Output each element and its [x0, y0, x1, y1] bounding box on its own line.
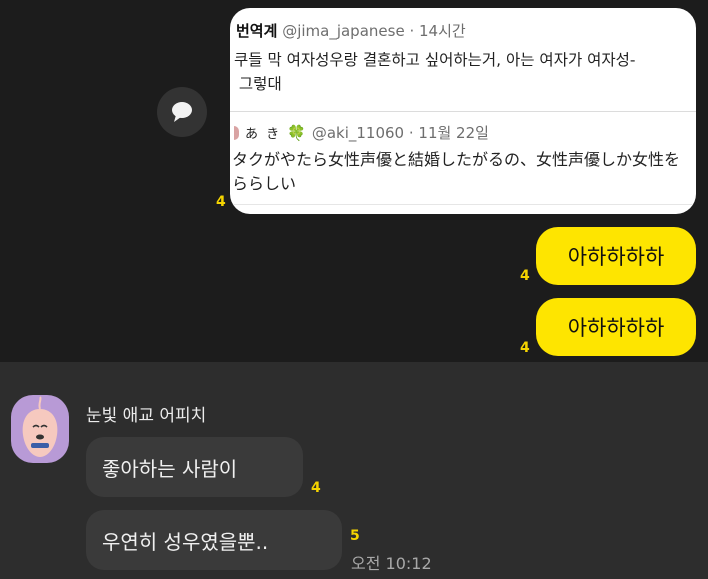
tweet-text-line: ららしい: [232, 174, 297, 193]
tweet-text-line: タクがやたら女性声優と結婚したがるの、女性声優しか女性を: [232, 150, 681, 169]
my-message-bubble[interactable]: 아하하하하: [536, 227, 696, 285]
tweet-author-name: あ き: [245, 127, 282, 142]
tweet-text: 쿠들 막 여자성우랑 결혼하고 싶어하는거, 아는 여자가 여자성- 그렇대: [234, 48, 636, 96]
unread-count: 5: [350, 528, 360, 544]
unread-count: 4: [311, 480, 321, 496]
shared-image-message[interactable]: 번역계 @jima_japanese · 14시간 쿠들 막 여자성우랑 결혼하…: [230, 8, 696, 214]
received-message-bubble[interactable]: 우연히 성우였을뿐..: [86, 510, 342, 570]
sender-name: 눈빛 애교 어피치: [86, 406, 207, 426]
apeach-character-icon: [22, 396, 58, 457]
tweet-header: あ き 🍀 @aki_11060 · 11월 22일: [234, 122, 489, 143]
tweet-text: タクがやたら女性声優と結婚したがるの、女性声優しか女性を ららしい: [232, 148, 680, 196]
tweet-text-line: 쿠들 막 여자성우랑 결혼하고 싶어하는거, 아는 여자가 여자성-: [234, 51, 636, 69]
message-text: 좋아하는 사람이: [102, 456, 238, 481]
my-message-bubble[interactable]: 아하하하하: [536, 298, 696, 356]
unread-count: 4: [216, 194, 226, 210]
message-text: 아하하하하: [567, 245, 665, 269]
clover-icon: 🍀: [287, 123, 306, 142]
tweet-handle-time: @aki_11060 · 11월 22일: [311, 124, 489, 142]
message-text: 우연히 성우였을뿐..: [102, 529, 269, 554]
unread-count: 4: [520, 268, 530, 284]
message-text: 아하하하하: [567, 316, 665, 340]
tweet-text-line: 그렇대: [234, 75, 282, 93]
speech-bubble-icon: [172, 102, 192, 122]
avatar-fragment-icon: [234, 125, 239, 140]
share-button[interactable]: [157, 87, 207, 137]
received-message-bubble[interactable]: 좋아하는 사람이: [86, 437, 303, 497]
tweet-header: 번역계 @jima_japanese · 14시간: [236, 20, 466, 41]
divider: [230, 111, 696, 112]
unread-count: 4: [520, 340, 530, 356]
avatar[interactable]: [11, 395, 69, 463]
divider: [230, 204, 696, 205]
tweet-handle-time: @jima_japanese · 14시간: [282, 22, 466, 40]
message-timestamp: 오전 10:12: [351, 554, 432, 573]
tweet-author-name: 번역계: [236, 22, 278, 40]
